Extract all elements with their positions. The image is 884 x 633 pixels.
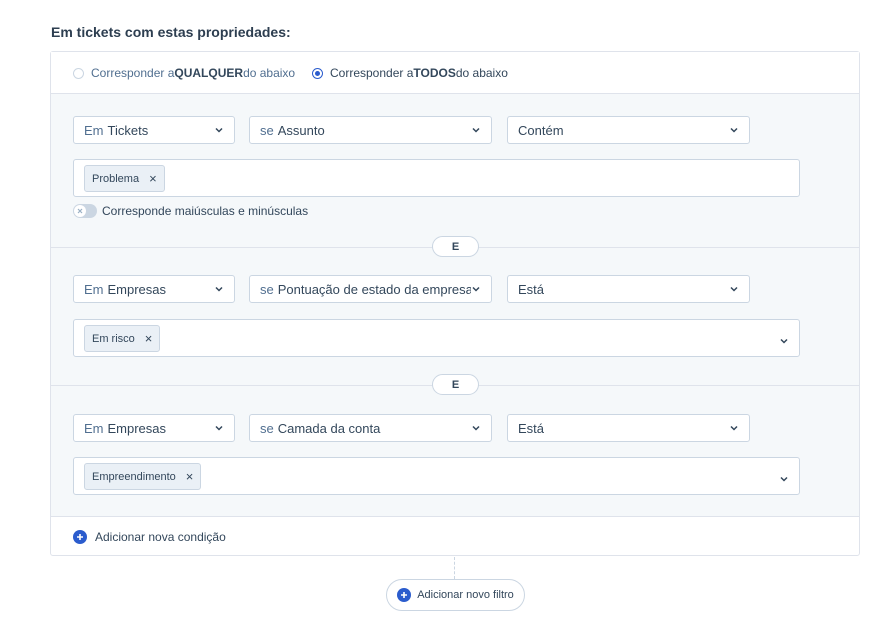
chip-label: Empreendimento [92,470,176,483]
plus-icon [73,530,87,544]
property-prefix: se [260,281,274,297]
chevron-down-icon [214,284,224,294]
property-value: Pontuação de estado da empresa [277,281,473,297]
match-all-suffix: do abaixo [455,66,508,80]
match-any-strong: QUALQUER [174,66,244,80]
object-prefix: Em [84,281,104,297]
value-input-2[interactable]: Em risco × [73,319,800,357]
case-sensitive-row: Corresponde maiúsculas e minúsculas [73,204,308,218]
object-value: Tickets [107,122,149,138]
object-value: Empresas [107,420,167,436]
operator-select-3[interactable]: Está [507,414,750,442]
match-any-suffix: do abaixo [243,66,296,80]
object-select-3[interactable]: Em Empresas [73,414,235,442]
value-chip: Em risco × [84,325,161,352]
property-value: Assunto [277,122,325,138]
operator-select-1[interactable]: Contém [507,116,750,144]
chevron-down-icon[interactable] [779,333,789,351]
object-prefix: Em [84,122,104,138]
chevron-down-icon [214,125,224,135]
value-chip: Problema × [84,165,165,192]
match-all-prefix: Corresponder a [330,66,414,80]
property-select-1[interactable]: se Assunto [249,116,492,144]
chevron-down-icon[interactable] [779,471,789,489]
plus-icon [397,588,412,602]
radio-all[interactable] [312,67,323,79]
add-condition-label: Adicionar nova condição [95,530,226,544]
value-input-1[interactable]: Problema × [73,159,800,197]
chip-label: Problema [92,172,140,185]
add-filter-button[interactable]: Adicionar novo filtro [386,579,525,611]
property-prefix: se [260,122,274,138]
remove-chip-icon[interactable]: × [145,332,153,345]
toggle-off-icon [74,205,86,217]
conditions-area: Em Tickets se Assunto Contém Problema × … [51,94,859,517]
and-connector: E [432,236,479,257]
match-mode-row: Corresponder a QUALQUER do abaixo Corres… [51,52,859,94]
property-value: Camada da conta [277,420,381,436]
operator-value: Contém [518,122,564,138]
remove-chip-icon[interactable]: × [186,470,194,483]
value-input-3[interactable]: Empreendimento × [73,457,800,495]
operator-value: Está [518,281,545,297]
chevron-down-icon [729,125,739,135]
filter-panel: Corresponder a QUALQUER do abaixo Corres… [50,51,860,556]
case-sensitive-label: Corresponde maiúsculas e minúsculas [102,204,309,218]
property-select-2[interactable]: se Pontuação de estado da empresa [249,275,492,303]
connector-line [454,557,455,579]
match-all-strong: TODOS [413,66,456,80]
add-condition-button[interactable]: Adicionar nova condição [73,530,226,544]
remove-chip-icon[interactable]: × [149,172,157,185]
property-prefix: se [260,420,274,436]
chevron-down-icon [729,423,739,433]
chevron-down-icon [471,423,481,433]
add-filter-label: Adicionar novo filtro [417,589,514,601]
object-select-2[interactable]: Em Empresas [73,275,235,303]
operator-value: Está [518,420,545,436]
chip-label: Em risco [92,332,135,345]
chevron-down-icon [471,284,481,294]
chevron-down-icon [729,284,739,294]
radio-any[interactable] [73,67,84,79]
object-select-1[interactable]: Em Tickets [73,116,235,144]
and-connector: E [432,374,479,395]
value-chip: Empreendimento × [84,463,202,490]
chevron-down-icon [471,125,481,135]
match-any-option[interactable]: Corresponder a QUALQUER do abaixo [73,66,295,80]
operator-select-2[interactable]: Está [507,275,750,303]
section-heading: Em tickets com estas propriedades: [51,24,291,40]
property-select-3[interactable]: se Camada da conta [249,414,492,442]
case-sensitive-toggle[interactable] [73,204,97,218]
chevron-down-icon [214,423,224,433]
object-prefix: Em [84,420,104,436]
match-all-option[interactable]: Corresponder a TODOS do abaixo [312,66,508,80]
object-value: Empresas [107,281,167,297]
match-any-prefix: Corresponder a [91,66,175,80]
